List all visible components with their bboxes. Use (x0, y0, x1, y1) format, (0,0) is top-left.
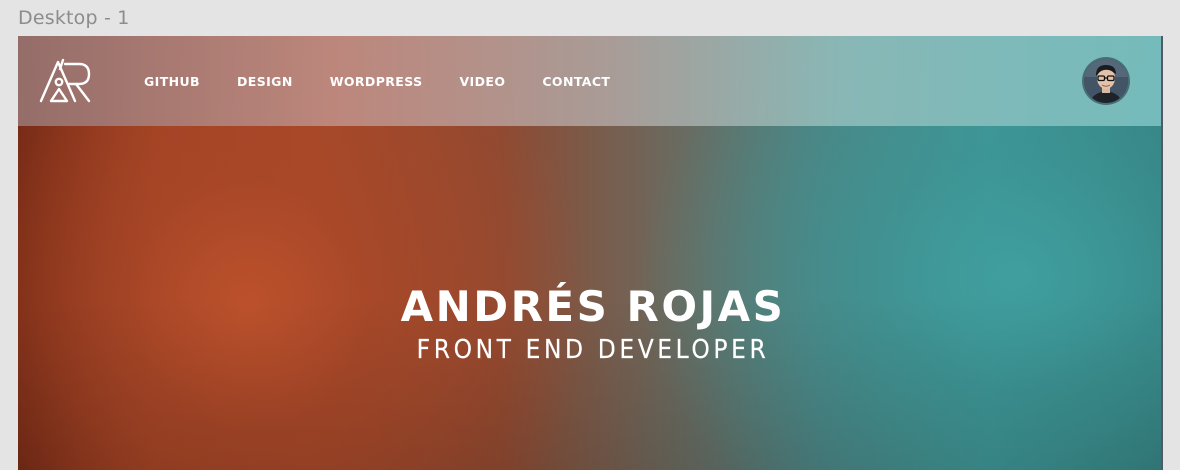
nav-link-design[interactable]: DESIGN (237, 74, 293, 89)
nav-link-video[interactable]: VIDEO (459, 74, 505, 89)
main-nav: GITHUB DESIGN WORDPRESS VIDEO CONTACT (144, 36, 647, 126)
nav-link-wordpress[interactable]: WORDPRESS (330, 74, 423, 89)
nav-link-github[interactable]: GITHUB (144, 74, 200, 89)
artboard-edge (1161, 36, 1163, 470)
hero-role: FRONT END DEVELOPER (416, 335, 770, 365)
top-navbar: GITHUB DESIGN WORDPRESS VIDEO CONTACT (18, 36, 1162, 126)
hero-heading-block: ANDRÉS ROJAS FRONT END DEVELOPER (18, 282, 1162, 365)
profile-avatar-icon[interactable] (1084, 59, 1128, 103)
hero-name: ANDRÉS ROJAS (400, 282, 786, 331)
artboard-desktop: GITHUB DESIGN WORDPRESS VIDEO CONTACT AN… (18, 36, 1162, 470)
artboard-label[interactable]: Desktop - 1 (18, 7, 130, 29)
nav-link-contact[interactable]: CONTACT (542, 74, 610, 89)
ar-monogram-logo-icon[interactable] (38, 56, 92, 106)
